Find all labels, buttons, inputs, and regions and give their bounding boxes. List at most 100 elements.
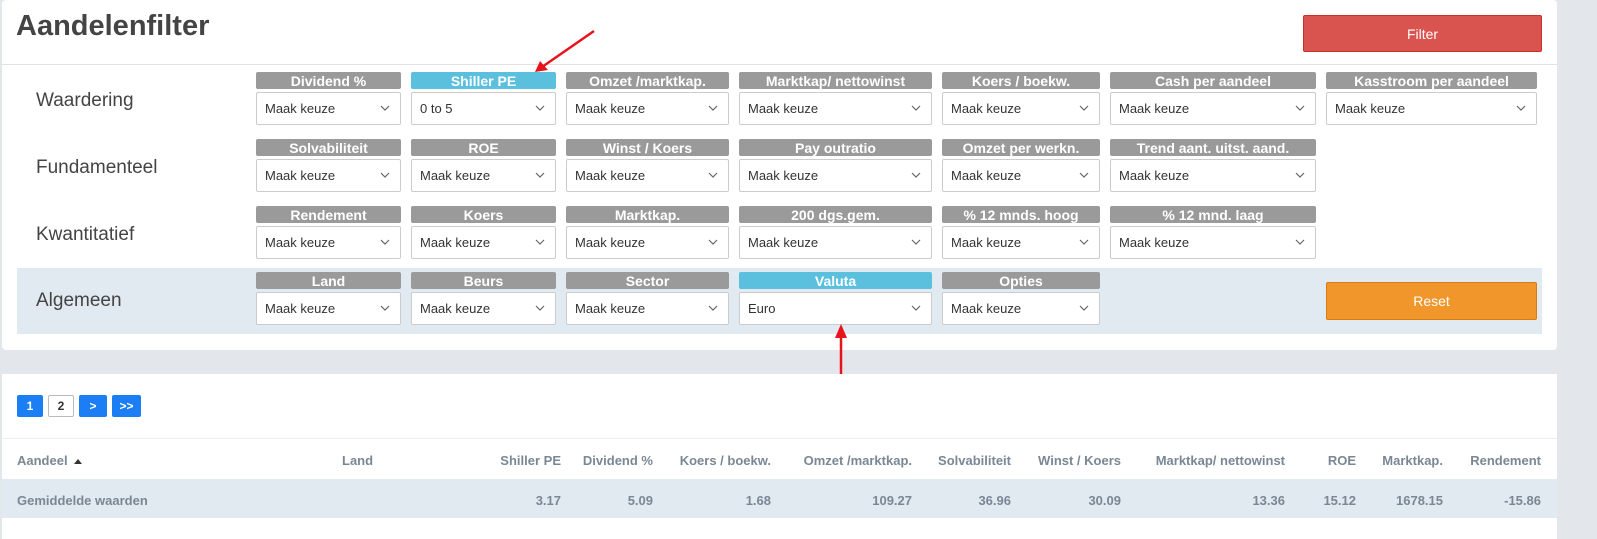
filter-select-algemeen-0[interactable]: Maak keuze xyxy=(256,292,401,325)
filter-select-fundamenteel-3[interactable]: Maak keuze xyxy=(739,159,932,192)
chevron-down-icon xyxy=(911,105,921,111)
filter-select-value: Maak keuze xyxy=(420,168,491,183)
filter-select-algemeen-1[interactable]: Maak keuze xyxy=(411,292,556,325)
row-label-kwantitatief: Kwantitatief xyxy=(36,224,135,245)
filter-select-value: Maak keuze xyxy=(265,168,336,183)
chevron-down-icon xyxy=(380,172,390,178)
filter-select-value: Maak keuze xyxy=(951,168,1022,183)
filter-label-kwantitatief-4: % 12 mnds. hoog xyxy=(942,206,1100,223)
filter-select-fundamenteel-1[interactable]: Maak keuze xyxy=(411,159,556,192)
page-title: Aandelenfilter xyxy=(16,10,210,42)
filter-label-waardering-5: Cash per aandeel xyxy=(1110,72,1316,89)
filter-label-waardering-0: Dividend % xyxy=(256,72,401,89)
filter-select-waardering-2[interactable]: Maak keuze xyxy=(566,92,729,125)
filter-select-kwantitatief-4[interactable]: Maak keuze xyxy=(942,226,1100,259)
filter-label-fundamenteel-2: Winst / Koers xyxy=(566,139,729,156)
chevron-down-icon xyxy=(535,172,545,178)
filter-select-value: Maak keuze xyxy=(748,235,819,250)
header-aandeel-label: Aandeel xyxy=(17,453,68,468)
filter-label-fundamenteel-5: Trend aant. uitst. aand. xyxy=(1110,139,1316,156)
header-koers-boekw[interactable]: Koers / boekw. xyxy=(680,453,771,468)
chevron-down-icon xyxy=(535,239,545,245)
filter-select-waardering-6[interactable]: Maak keuze xyxy=(1326,92,1537,125)
avg-shiller-pe: 3.17 xyxy=(535,493,561,508)
filter-button[interactable]: Filter xyxy=(1303,15,1542,52)
filter-select-kwantitatief-5[interactable]: Maak keuze xyxy=(1110,226,1316,259)
row-label-fundamenteel: Fundamenteel xyxy=(36,157,158,178)
filter-select-value: Maak keuze xyxy=(1119,168,1190,183)
chevron-down-icon xyxy=(535,305,545,311)
header-solvabiliteit[interactable]: Solvabiliteit xyxy=(938,453,1011,468)
reset-button[interactable]: Reset xyxy=(1326,282,1537,320)
chevron-down-icon xyxy=(911,172,921,178)
filter-select-fundamenteel-4[interactable]: Maak keuze xyxy=(942,159,1100,192)
header-dividend[interactable]: Dividend % xyxy=(583,453,653,468)
filter-select-kwantitatief-3[interactable]: Maak keuze xyxy=(739,226,932,259)
avg-omzet-marktkap: 109.27 xyxy=(872,493,912,508)
header-roe[interactable]: ROE xyxy=(1328,453,1356,468)
filter-select-kwantitatief-0[interactable]: Maak keuze xyxy=(256,226,401,259)
avg-roe: 15.12 xyxy=(1323,493,1356,508)
page-2-button[interactable]: 2 xyxy=(48,395,74,417)
header-winst-koers[interactable]: Winst / Koers xyxy=(1038,453,1121,468)
filter-select-algemeen-2[interactable]: Maak keuze xyxy=(566,292,729,325)
filter-select-value: Maak keuze xyxy=(951,235,1022,250)
chevron-down-icon xyxy=(380,105,390,111)
header-aandeel[interactable]: Aandeel xyxy=(17,453,83,468)
filter-select-value: 0 to 5 xyxy=(420,101,453,116)
chevron-down-icon xyxy=(708,105,718,111)
filter-select-waardering-1[interactable]: 0 to 5 xyxy=(411,92,556,125)
filter-select-fundamenteel-2[interactable]: Maak keuze xyxy=(566,159,729,192)
header-marktkap-nettowinst[interactable]: Marktkap/ nettowinst xyxy=(1156,453,1285,468)
filter-select-algemeen-3[interactable]: Euro xyxy=(739,292,932,325)
header-marktkap[interactable]: Marktkap. xyxy=(1382,453,1443,468)
filter-select-value: Maak keuze xyxy=(265,301,336,316)
chevron-down-icon xyxy=(1079,172,1089,178)
title-divider xyxy=(2,64,1557,65)
filter-label-kwantitatief-5: % 12 mnd. laag xyxy=(1110,206,1316,223)
avg-koers-boekw: 1.68 xyxy=(745,493,771,508)
chevron-down-icon xyxy=(708,172,718,178)
sort-asc-icon xyxy=(74,459,83,464)
filter-select-waardering-4[interactable]: Maak keuze xyxy=(942,92,1100,125)
filter-select-value: Maak keuze xyxy=(1335,101,1406,116)
avg-dividend: 5.09 xyxy=(627,493,653,508)
filter-select-value: Maak keuze xyxy=(951,301,1022,316)
filter-select-value: Maak keuze xyxy=(420,235,491,250)
filter-select-waardering-5[interactable]: Maak keuze xyxy=(1110,92,1316,125)
last-page-button[interactable]: >> xyxy=(112,395,141,417)
filter-select-algemeen-4[interactable]: Maak keuze xyxy=(942,292,1100,325)
filter-label-algemeen-3: Valuta xyxy=(739,272,932,289)
header-shiller-pe[interactable]: Shiller PE xyxy=(500,453,561,468)
filter-select-fundamenteel-0[interactable]: Maak keuze xyxy=(256,159,401,192)
filter-label-kwantitatief-1: Koers xyxy=(411,206,556,223)
filter-label-kwantitatief-0: Rendement xyxy=(256,206,401,223)
filter-select-value: Maak keuze xyxy=(1119,101,1190,116)
header-land[interactable]: Land xyxy=(342,453,373,468)
filter-select-kwantitatief-1[interactable]: Maak keuze xyxy=(411,226,556,259)
filter-label-algemeen-0: Land xyxy=(256,272,401,289)
avg-marktkap-nettowinst: 13.36 xyxy=(1252,493,1285,508)
filter-select-value: Maak keuze xyxy=(420,301,491,316)
filter-select-value: Maak keuze xyxy=(265,101,336,116)
filter-label-fundamenteel-3: Pay outratio xyxy=(739,139,932,156)
filter-select-fundamenteel-5[interactable]: Maak keuze xyxy=(1110,159,1316,192)
filter-select-waardering-3[interactable]: Maak keuze xyxy=(739,92,932,125)
avg-rendement: -15.86 xyxy=(1504,493,1541,508)
filter-label-fundamenteel-1: ROE xyxy=(411,139,556,156)
header-rendement[interactable]: Rendement xyxy=(1470,453,1541,468)
filter-select-value: Maak keuze xyxy=(575,235,646,250)
filter-select-value: Maak keuze xyxy=(951,101,1022,116)
filter-label-algemeen-1: Beurs xyxy=(411,272,556,289)
chevron-down-icon xyxy=(911,239,921,245)
filter-select-waardering-0[interactable]: Maak keuze xyxy=(256,92,401,125)
next-page-button[interactable]: > xyxy=(79,395,107,417)
row-label-waardering: Waardering xyxy=(36,90,134,111)
filter-select-value: Maak keuze xyxy=(748,168,819,183)
filter-select-kwantitatief-2[interactable]: Maak keuze xyxy=(566,226,729,259)
header-omzet-marktkap[interactable]: Omzet /marktkap. xyxy=(804,453,912,468)
chevron-down-icon xyxy=(1295,105,1305,111)
avg-marktkap: 1678.15 xyxy=(1396,493,1443,508)
filter-select-value: Maak keuze xyxy=(1119,235,1190,250)
page-1-button[interactable]: 1 xyxy=(17,395,43,417)
